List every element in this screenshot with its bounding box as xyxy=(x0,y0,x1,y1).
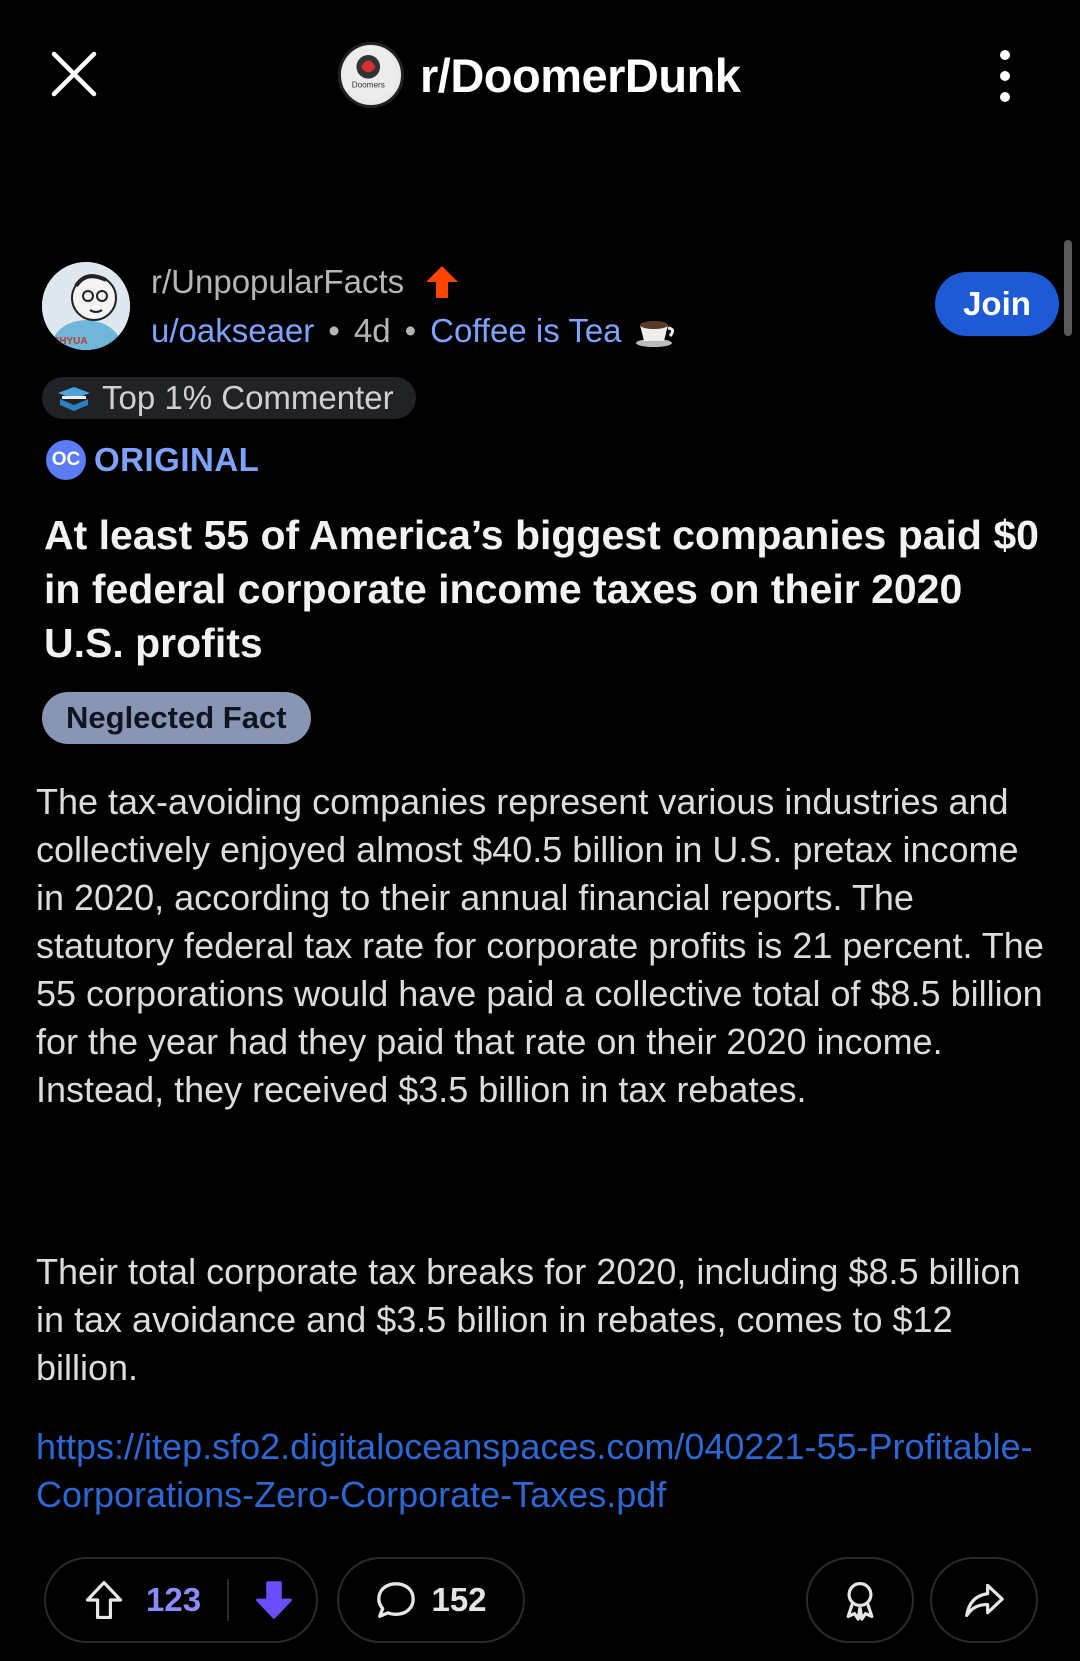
award-icon xyxy=(846,1582,874,1621)
oc-tag: OC ORIGINAL xyxy=(46,440,259,480)
vote-control: 123 xyxy=(44,1557,318,1643)
achievement-label: Top 1% Commenter xyxy=(102,379,394,416)
post-byline: u/oakseaer • 4d • Coffee is Tea xyxy=(151,312,678,350)
join-button[interactable]: Join xyxy=(935,272,1059,336)
community-row: r/UnpopularFacts xyxy=(151,262,462,302)
post-body-paragraph: Their total corporate tax breaks for 202… xyxy=(36,1251,1021,1388)
downvote-button[interactable] xyxy=(247,1573,301,1627)
subreddit-name: r/DoomerDunk xyxy=(420,48,741,102)
award-button[interactable] xyxy=(806,1557,914,1643)
post-body-paragraph: The tax-avoiding companies represent var… xyxy=(36,781,1044,1110)
scrollbar[interactable] xyxy=(1064,240,1072,336)
post-title[interactable]: At least 55 of America’s biggest compani… xyxy=(44,508,1044,670)
user-flair: Coffee is Tea xyxy=(430,312,622,349)
separator-dot: • xyxy=(404,312,417,349)
comment-count: 152 xyxy=(431,1581,487,1618)
comment-bubble-icon xyxy=(377,1582,416,1618)
post-flair[interactable]: Neglected Fact xyxy=(42,692,311,744)
upvote-button[interactable] xyxy=(74,1570,134,1630)
more-vertical-icon xyxy=(1000,50,1010,60)
coffee-cup-icon xyxy=(635,321,674,347)
vote-count: 123 xyxy=(146,1581,202,1618)
community-name[interactable]: r/UnpopularFacts xyxy=(151,263,404,301)
svg-text:CHYUA: CHYUA xyxy=(52,336,88,347)
community-avatar[interactable]: CHYUA xyxy=(42,262,130,350)
post-link[interactable]: https://itep.sfo2.digitaloceanspaces.com… xyxy=(36,1423,1046,1519)
close-button[interactable] xyxy=(46,46,102,102)
downvote-icon xyxy=(256,1581,292,1619)
separator-dot: • xyxy=(328,312,340,349)
oc-label: ORIGINAL xyxy=(94,441,260,478)
cartoon-avatar-icon: CHYUA xyxy=(42,262,130,350)
more-dot xyxy=(1000,92,1010,102)
post-age: 4d xyxy=(353,312,391,349)
achievement-badge: Top 1% Commenter xyxy=(42,377,416,419)
achievement-icon xyxy=(58,387,90,411)
share-button[interactable] xyxy=(930,1557,1038,1643)
comments-button[interactable]: 152 xyxy=(337,1557,525,1643)
more-options-button[interactable] xyxy=(985,50,1025,102)
doomer-logo-icon: Doomers xyxy=(341,45,396,100)
svg-text:Doomers: Doomers xyxy=(352,81,385,90)
subreddit-avatar: Doomers xyxy=(338,42,404,108)
more-dot xyxy=(1000,71,1010,81)
share-icon xyxy=(965,1583,1004,1618)
close-icon xyxy=(51,51,97,97)
upvote-icon xyxy=(85,1580,123,1620)
author-name[interactable]: u/oakseaer xyxy=(151,312,314,350)
vote-divider xyxy=(227,1579,230,1621)
trending-arrow-icon xyxy=(426,266,459,298)
subreddit-header[interactable]: Doomers r/DoomerDunk xyxy=(338,40,741,110)
oc-icon: OC xyxy=(46,440,86,480)
